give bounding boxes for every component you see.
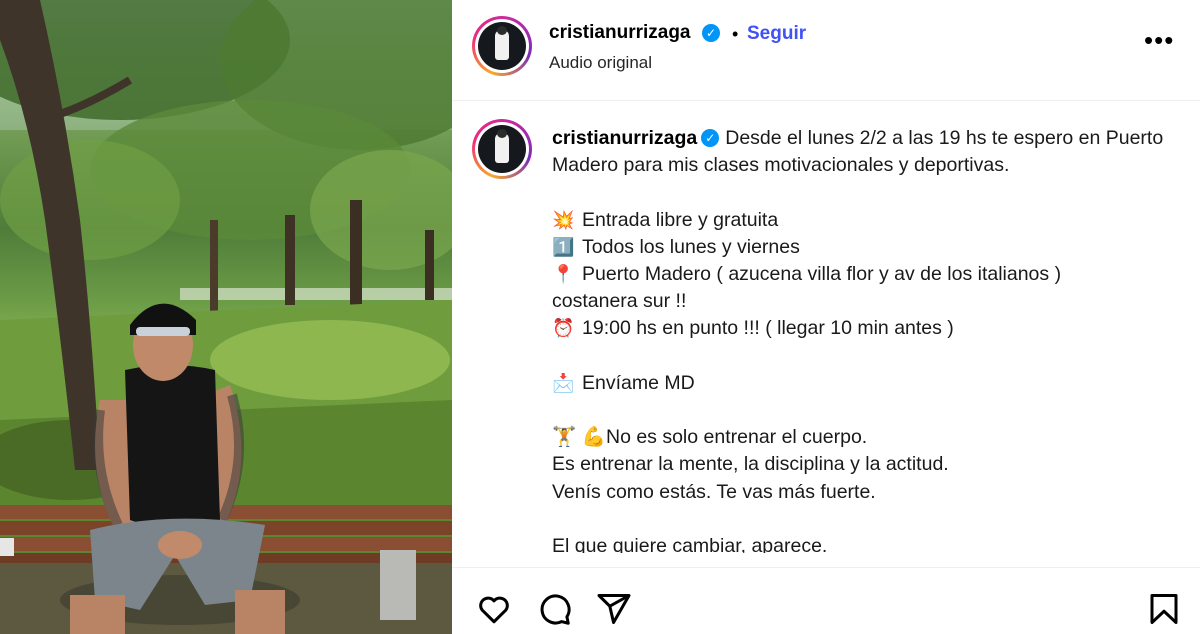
alarm-clock-emoji-icon: ⏰: [552, 318, 575, 339]
caption-line-7: No es solo entrenar el cuerpo.: [605, 426, 868, 449]
heart-icon[interactable]: [476, 591, 512, 627]
post-header: cristianurrizaga ✓ • Seguir Audio origin…: [452, 0, 1200, 101]
caption-avatar[interactable]: [472, 119, 532, 179]
weightlift-muscle-emoji-icon: 🏋️ 💪: [552, 426, 606, 449]
caption-line-2: Todos los lunes y viernes: [582, 235, 800, 258]
caption-line-5: 19:00 hs en punto !!! ( llegar 10 min an…: [582, 317, 954, 340]
comment-icon[interactable]: [536, 591, 572, 627]
number-one-emoji-icon: 1️⃣: [552, 236, 575, 257]
inbox-emoji-icon: 📩: [552, 372, 575, 393]
caption-overflow-cut: [552, 553, 1172, 567]
author-username[interactable]: cristianurrizaga: [549, 22, 691, 44]
pin-emoji-icon: 📍: [552, 264, 575, 285]
caption-line-8: Es entrenar la mente, la disciplina y la…: [552, 453, 949, 476]
caption-line-1: Entrada libre y gratuita: [582, 208, 779, 231]
caption-line-3: Puerto Madero ( azucena villa flor y av …: [582, 263, 1062, 286]
caption-line-9: Venís como estás. Te vas más fuerte.: [552, 480, 876, 503]
verified-badge-icon: ✓: [702, 24, 720, 44]
bookmark-icon[interactable]: [1146, 591, 1182, 627]
explosion-emoji-icon: 💥: [552, 209, 575, 230]
separator-dot: •: [732, 24, 739, 44]
author-avatar[interactable]: [472, 16, 532, 76]
share-icon[interactable]: [596, 591, 632, 627]
caption-line-6: Envíame MD: [582, 371, 695, 394]
post-panel: cristianurrizaga ✓ • Seguir Audio origin…: [452, 0, 1200, 634]
audio-label[interactable]: Audio original: [549, 53, 652, 73]
caption-verified-icon: ✓: [701, 129, 720, 147]
caption-text: cristianurrizaga ✓ Desde el lunes 2/2 a la…: [552, 125, 1172, 560]
post-media-photo[interactable]: [0, 0, 452, 634]
caption-line-4: costanera sur !!: [552, 290, 687, 313]
caption-section: cristianurrizaga ✓ Desde el lunes 2/2 a la…: [452, 101, 1200, 567]
photo-scene: [0, 0, 452, 634]
more-options-icon[interactable]: •••: [1144, 27, 1174, 53]
follow-button[interactable]: Seguir: [747, 23, 806, 45]
action-bar: [452, 567, 1200, 634]
caption-username[interactable]: cristianurrizaga: [552, 127, 697, 149]
